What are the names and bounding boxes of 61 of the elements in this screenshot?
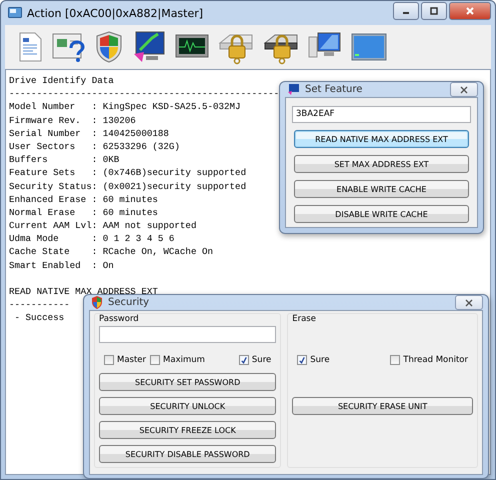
close-button[interactable] [455,295,483,310]
output-line: Feature Sets : (0x746B)security supported [9,166,246,180]
output-line: Normal Erase : 60 minutes [9,206,158,220]
separator-text: ----------- [9,298,70,312]
command-button[interactable]: READ NATIVE MAX ADDRESS EXT [294,130,469,148]
command-button[interactable]: SECURITY DISABLE PASSWORD [99,445,276,463]
close-icon [464,298,474,306]
group-label: Password [99,314,139,324]
shield-icon[interactable] [95,31,123,63]
maximize-button[interactable] [421,2,447,20]
output-line: - Success [14,311,64,325]
checkbox-label: Master [117,355,146,365]
checkbox[interactable] [238,355,249,365]
close-button[interactable] [450,82,478,97]
command-button[interactable]: SET MAX ADDRESS EXT [294,155,469,173]
command-button[interactable]: SECURITY UNLOCK [99,397,276,415]
output-line: Buffers : 0KB [9,153,120,166]
output-line: Cache State : RCache On, WCache On [9,245,213,259]
group-label: Erase [292,314,316,324]
command-button[interactable]: SECURITY SET PASSWORD [99,373,276,391]
checkbox-label: Thread Monitor [403,355,468,365]
checkbox[interactable] [297,355,308,365]
section-title: READ NATIVE MAX ADDRESS EXT [9,285,158,297]
dialog-title: Set Feature [305,84,362,95]
checkbox-label: Sure [310,355,330,365]
section-title: Drive Identify Data [9,74,114,88]
monitor-paint-icon [287,83,300,96]
window-title: Action [0xAC00|0xA882|Master] [27,6,204,20]
command-button[interactable]: SECURITY ERASE UNIT [292,397,473,415]
output-line: Udma Mode : 0 1 2 3 4 5 6 [9,232,174,246]
shield-icon [91,296,103,309]
output-line: Model Number : KingSpec KSD-SA25.5-032MJ [9,100,241,114]
output-line: Serial Number : 140425000188 [9,126,169,140]
close-icon [465,7,475,15]
monitor-paint-icon[interactable] [132,30,166,64]
value-field[interactable]: 3BA2EAF [292,106,471,123]
close-icon [459,86,469,94]
command-button[interactable]: SECURITY FREEZE LOCK [99,421,276,439]
close-button[interactable] [449,2,491,20]
output-line: Security Status: (0x0021)security supported [9,180,246,193]
command-button[interactable]: ENABLE WRITE CACHE [294,180,469,198]
output-line: Current AAM Lvl: AAM not supported [9,219,196,232]
command-button[interactable]: DISABLE WRITE CACHE [294,205,469,223]
help-window-icon[interactable] [52,31,86,63]
checkbox-label: Maximum [163,355,205,365]
separator-text: ------------------------------------------------- [9,87,280,100]
minimize-button[interactable] [393,2,419,20]
password-field[interactable] [99,326,276,343]
checkbox[interactable] [150,355,160,365]
maximize-icon [429,7,439,15]
checkbox[interactable] [390,355,400,365]
output-line: Smart Enabled : On [9,258,114,272]
checkbox-label: Sure [252,355,272,365]
dialog-title: Security [108,297,150,308]
output-line: Enhanced Erase : 60 minutes [9,192,158,206]
window-icon [8,7,22,19]
document-icon[interactable] [17,32,43,62]
output-line: User Sectors : 62533296 (32G) [9,140,180,154]
output-line: Firmware Rev. : 130206 [9,114,136,127]
monitor-icon[interactable] [351,33,387,61]
checkbox[interactable] [104,355,114,365]
